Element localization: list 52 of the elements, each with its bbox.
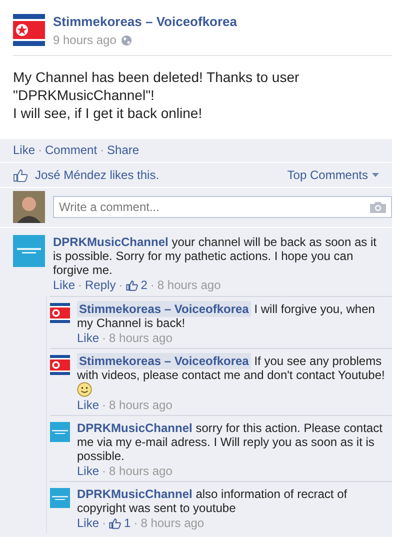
separator-dot: · xyxy=(102,331,106,345)
comment-time: 8 hours ago xyxy=(140,516,204,530)
post-text: My Channel has been deleted! Thanks to user xyxy=(13,68,300,86)
post-text: "DPRKMusicChannel"! xyxy=(13,86,156,104)
post-time: 9 hours ago xyxy=(53,33,116,47)
like-count[interactable]: 2 xyxy=(140,278,148,292)
camera-icon[interactable] xyxy=(370,201,386,213)
separator-dot: · xyxy=(102,516,106,530)
separator-dot: · xyxy=(100,143,104,157)
author-link[interactable]: Stimmekoreas – Voiceofkorea xyxy=(53,14,238,29)
author-link[interactable]: DPRKMusicChannel xyxy=(77,421,192,435)
flag-icon xyxy=(13,14,45,46)
separator-dot: · xyxy=(38,143,42,157)
thumbs-up-icon xyxy=(126,280,138,290)
separator-dot: · xyxy=(118,278,123,292)
comment-text: DPRKMusicChannel your channel will be back as soon as it is possible. Sorry for my pathetic actions. I hope you can forgive me. xyxy=(53,235,378,277)
thumbs-up-icon xyxy=(13,168,28,182)
reply-text: DPRKMusicChannel sorry for this action. Please contact me via my e-mail adress. I Will reply you as soon as it is possible. xyxy=(77,421,384,463)
comment-action-link[interactable]: Like xyxy=(77,516,100,530)
thumbs-up-icon xyxy=(109,518,122,528)
globe-icon xyxy=(121,34,132,46)
author-link[interactable]: DPRKMusicChannel xyxy=(53,235,168,249)
author-link[interactable]: Stimmekoreas – Voiceofkorea xyxy=(77,353,251,369)
separator-dot: · xyxy=(78,278,82,292)
reply-text: Stimmekoreas – Voiceofkorea If you see any problems with videos, please contact me and don't contact Youtube! xyxy=(77,354,386,382)
separator-dot: · xyxy=(102,464,106,478)
author-link[interactable]: DPRKMusicChannel xyxy=(77,487,192,501)
separator-dot: · xyxy=(102,398,106,412)
comment-time: 8 hours ago xyxy=(109,331,172,345)
comment-action-link[interactable]: Like xyxy=(53,278,76,292)
action-link[interactable]: Like xyxy=(13,143,36,157)
comment-time: 8 hours ago xyxy=(109,398,172,412)
like-count[interactable]: 1 xyxy=(124,516,131,530)
likes-summary: José Méndez likes this. xyxy=(35,168,160,182)
comment-action-link[interactable]: Like xyxy=(77,464,100,478)
separator-dot: · xyxy=(150,278,154,292)
comment-time: 8 hours ago xyxy=(157,278,221,292)
action-link[interactable]: Share xyxy=(107,143,140,157)
person-avatar xyxy=(13,191,45,223)
reply-text: Stimmekoreas – Voiceofkorea I will forgive you, when my Channel is back! xyxy=(77,302,376,330)
comment-action-link[interactable]: Like xyxy=(77,331,100,345)
post-text: I will see, if I get it back online! xyxy=(13,104,204,122)
reply-text: DPRKMusicChannel also information of recract of copyright was sent to youtube xyxy=(77,487,348,515)
author-link[interactable]: Stimmekoreas – Voiceofkorea xyxy=(77,301,251,317)
caret-icon xyxy=(372,173,379,177)
action-link[interactable]: Comment xyxy=(45,143,98,157)
separator-dot: · xyxy=(134,516,138,530)
sort-dropdown[interactable]: Top Comments xyxy=(287,168,379,182)
comment-action-link[interactable]: Reply xyxy=(85,278,116,292)
comment-action-link[interactable]: Like xyxy=(77,398,100,412)
comment-field[interactable]: Write a comment... xyxy=(53,196,392,218)
comment-time: 8 hours ago xyxy=(109,464,172,478)
